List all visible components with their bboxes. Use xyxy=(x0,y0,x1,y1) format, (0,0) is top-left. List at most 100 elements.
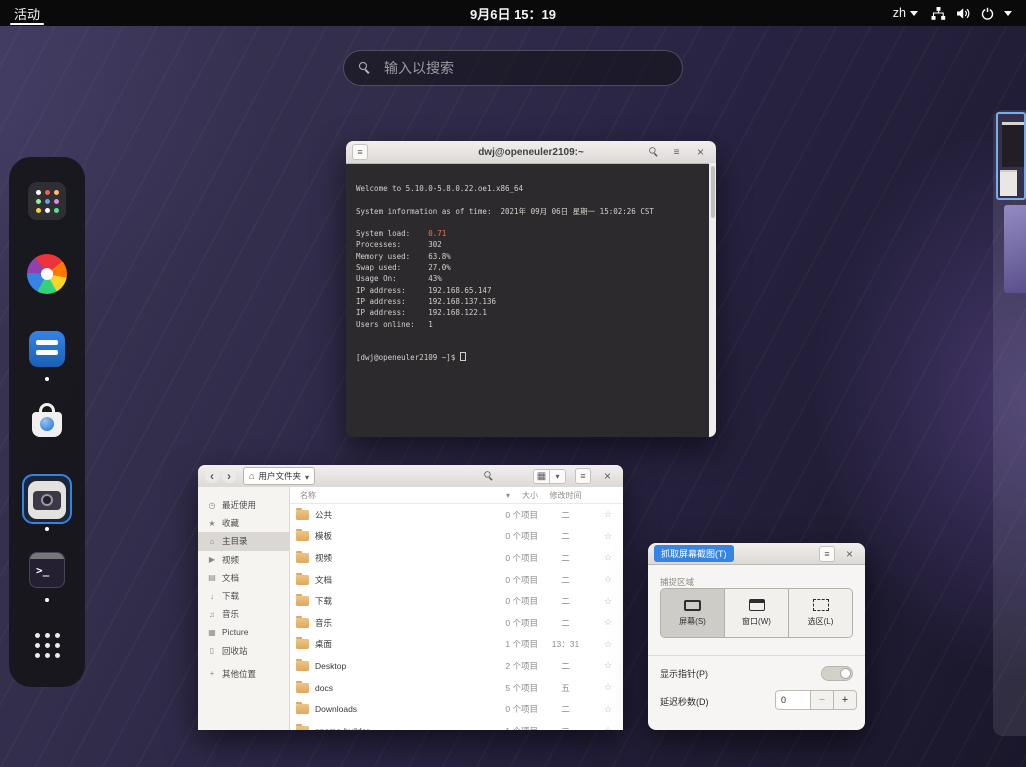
sidebar-item-downloads[interactable]: ↓下载 xyxy=(198,587,289,605)
mode-selection-button[interactable]: 选区(L) xyxy=(789,589,852,637)
clock-menu[interactable]: 9月6日 15：19 xyxy=(470,4,556,23)
sort-descending-icon xyxy=(506,491,510,500)
file-row[interactable]: gnome-builder1 个项目二 xyxy=(290,720,623,730)
file-row[interactable]: 下载0 个项目二 xyxy=(290,590,623,612)
dock-color-dots-app[interactable] xyxy=(27,181,67,221)
star-button[interactable] xyxy=(593,639,623,650)
picture-icon: ▦ xyxy=(207,628,217,637)
file-row[interactable]: 视频0 个项目二 xyxy=(290,547,623,569)
show-applications-button[interactable] xyxy=(27,625,67,665)
file-name: 公共 xyxy=(315,509,332,521)
dock-blue-list-app[interactable] xyxy=(27,329,67,369)
star-button[interactable] xyxy=(593,682,623,693)
activities-button[interactable]: 活动 xyxy=(0,0,54,26)
dock-screenshot-tool[interactable] xyxy=(27,480,67,520)
search-input[interactable] xyxy=(382,59,667,77)
forward-button[interactable] xyxy=(222,469,236,483)
star-button[interactable] xyxy=(593,596,623,607)
search-icon xyxy=(359,62,371,74)
star-button[interactable] xyxy=(593,704,623,715)
screenshot-dialog-title: 抓取屏幕截图(T) xyxy=(654,545,734,562)
keyboard-layout-menu[interactable]: zh xyxy=(893,6,918,20)
column-header-name[interactable]: 名称 xyxy=(290,490,474,501)
terminal-search-icon[interactable] xyxy=(649,147,659,157)
workspace-thumbnail-active[interactable] xyxy=(996,112,1026,200)
terminal-window-preview[interactable]: dwj@openeuler2109:~ Welcome to 5.10.0-5.… xyxy=(346,141,716,437)
grid-view-icon[interactable] xyxy=(534,470,550,483)
screenshot-menu-icon[interactable] xyxy=(819,546,835,562)
file-row[interactable]: docs5 个项目五 xyxy=(290,677,623,699)
delay-decrement-button[interactable]: − xyxy=(810,691,833,709)
star-button[interactable] xyxy=(593,509,623,520)
path-bar[interactable]: 用户文件夹 xyxy=(243,467,315,485)
delay-increment-button[interactable]: + xyxy=(833,691,856,709)
terminal-scrollbar[interactable] xyxy=(709,163,716,437)
file-row[interactable]: 公共0 个项目二 xyxy=(290,504,623,526)
file-row[interactable]: Downloads0 个项目二 xyxy=(290,698,623,720)
dock-color-wheel-app[interactable] xyxy=(27,254,67,294)
terminal-close-icon[interactable] xyxy=(693,145,708,160)
star-button[interactable] xyxy=(593,552,623,563)
file-name: Desktop xyxy=(315,661,346,671)
trash-icon: ▯ xyxy=(207,646,217,655)
files-close-icon[interactable] xyxy=(600,469,615,484)
sidebar-item-home[interactable]: ⌂主目录 xyxy=(198,532,289,550)
folder-icon xyxy=(296,553,309,563)
system-menu[interactable]: zh xyxy=(893,6,1026,20)
mode-window-button[interactable]: 窗口(W) xyxy=(725,589,789,637)
sidebar-item-videos[interactable]: ▶视频 xyxy=(198,551,289,569)
view-toggle xyxy=(533,469,566,484)
screenshot-close-icon[interactable] xyxy=(842,546,857,561)
folder-icon xyxy=(296,618,309,628)
sidebar-item-other-locations[interactable]: +其他位置 xyxy=(198,665,289,683)
column-header-modified[interactable]: 修改时间 xyxy=(538,490,593,501)
file-row[interactable]: 模板0 个项目二 xyxy=(290,526,623,548)
terminal-menu-icon[interactable] xyxy=(352,144,368,160)
file-modified: 二 xyxy=(538,703,593,715)
path-label: 用户文件夹 xyxy=(258,470,301,482)
star-button[interactable] xyxy=(593,574,623,585)
file-row[interactable]: 桌面1 个项目13：31 xyxy=(290,634,623,656)
terminal-line: System information as of time: 2021年 09月… xyxy=(356,206,709,217)
star-button[interactable] xyxy=(593,531,623,542)
blue-list-app-icon xyxy=(29,331,65,367)
back-button[interactable] xyxy=(205,469,219,483)
sidebar-item-pictures[interactable]: ▦Picture xyxy=(198,623,289,641)
sidebar-item-trash[interactable]: ▯回收站 xyxy=(198,642,289,660)
folder-icon xyxy=(296,510,309,520)
delay-value-field[interactable]: 0 xyxy=(776,691,810,709)
file-row[interactable]: 音乐0 个项目二 xyxy=(290,612,623,634)
column-header-size[interactable]: 大小 xyxy=(474,490,538,501)
file-row[interactable]: 文档0 个项目二 xyxy=(290,569,623,591)
keyboard-layout-label: zh xyxy=(893,6,906,20)
files-window-preview[interactable]: 用户文件夹 ◷最近使用 ★收藏 ⌂主目录 ▶视频 ▤文档 ↓下载 ♫音乐 xyxy=(198,465,623,730)
overview-search[interactable] xyxy=(343,50,683,86)
sidebar-item-recent[interactable]: ◷最近使用 xyxy=(198,496,289,514)
file-row[interactable]: Desktop2 个项目二 xyxy=(290,655,623,677)
top-bar: 活动 9月6日 15：19 zh xyxy=(0,0,1026,26)
file-size: 0 个项目 xyxy=(474,595,538,607)
terminal-line: IP address: 192.168.137.136 xyxy=(356,296,709,307)
screenshot-dialog[interactable]: 抓取屏幕截图(T) 捕捉区域 屏幕(S) 窗口(W) 选区(L) 显示指针(P) xyxy=(648,543,865,730)
star-button[interactable] xyxy=(593,660,623,671)
star-button[interactable] xyxy=(593,725,623,730)
dock-software-store[interactable] xyxy=(27,401,67,441)
view-options-icon[interactable] xyxy=(550,470,565,483)
sidebar-item-documents[interactable]: ▤文档 xyxy=(198,569,289,587)
file-size: 1 个项目 xyxy=(474,638,538,650)
mode-screen-button[interactable]: 屏幕(S) xyxy=(661,589,725,637)
terminal-hamburger-icon[interactable] xyxy=(669,145,684,160)
color-dots-app-icon xyxy=(28,182,66,220)
workspace-thumbnail-empty[interactable] xyxy=(1004,205,1026,293)
dock-terminal[interactable] xyxy=(27,550,67,590)
sidebar-item-starred[interactable]: ★收藏 xyxy=(198,514,289,532)
files-menu-icon[interactable] xyxy=(575,468,591,484)
files-search-icon[interactable] xyxy=(484,471,494,481)
file-modified: 二 xyxy=(538,660,593,672)
terminal-line xyxy=(356,217,709,228)
sidebar-item-music[interactable]: ♫音乐 xyxy=(198,605,289,623)
home-icon xyxy=(249,471,254,481)
show-pointer-toggle[interactable] xyxy=(821,666,853,681)
terminal-line: System load: 0.71 xyxy=(356,228,709,239)
star-button[interactable] xyxy=(593,617,623,628)
